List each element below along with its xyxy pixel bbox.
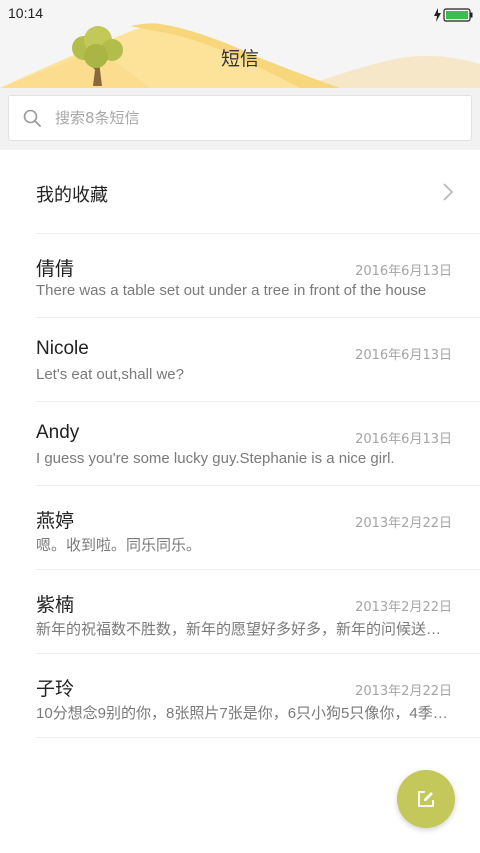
contact-name: 子玲 — [36, 679, 75, 700]
chevron-right-icon — [443, 183, 454, 201]
favorites-label: 我的收藏 — [36, 185, 108, 206]
conversation-item[interactable]: Andy 2016年6月13日 I guess you're some luck… — [36, 402, 480, 486]
contact-name: 紫楠 — [36, 595, 75, 616]
message-date: 2016年6月13日 — [355, 264, 452, 279]
search-box[interactable] — [8, 95, 472, 141]
message-date: 2013年2月22日 — [355, 600, 452, 615]
compose-icon — [418, 791, 434, 807]
header: 10:14 短信 — [0, 0, 480, 88]
page-title: 短信 — [220, 48, 259, 70]
contact-name: 倩倩 — [36, 259, 75, 280]
message-preview: I guess you're some lucky guy.Stephanie … — [36, 450, 395, 467]
conversation-item[interactable]: 燕婷 2013年2月22日 嗯。收到啦。同乐同乐。 — [36, 486, 480, 570]
conversation-item[interactable]: 倩倩 2016年6月13日 There was a table set out … — [36, 234, 480, 318]
message-preview: 新年的祝福数不胜数，新年的愿望好多好多，新年的问候送给你 — [36, 621, 454, 638]
battery-indicator — [434, 7, 474, 22]
search-icon — [23, 109, 41, 127]
message-date: 2016年6月13日 — [355, 348, 452, 363]
message-preview: 嗯。收到啦。同乐同乐。 — [36, 537, 202, 554]
message-date: 2016年6月13日 — [355, 432, 452, 447]
contact-name: Andy — [36, 422, 80, 443]
conversation-item[interactable]: 子玲 2013年2月22日 10分想念9别的你，8张照片7张是你，6只小狗5只像… — [36, 654, 480, 738]
message-date: 2013年2月22日 — [355, 516, 452, 531]
message-preview: There was a table set out under a tree i… — [36, 282, 427, 299]
status-time: 10:14 — [8, 5, 44, 21]
search-area — [0, 88, 480, 150]
favorites-row[interactable]: 我的收藏 — [36, 150, 480, 234]
conversation-item[interactable]: 紫楠 2013年2月22日 新年的祝福数不胜数，新年的愿望好多好多，新年的问候送… — [36, 570, 480, 654]
message-preview: 10分想念9别的你，8张照片7张是你，6只小狗5只像你，4季想你 — [36, 705, 454, 722]
contact-name: Nicole — [36, 338, 89, 359]
lightning-icon — [434, 8, 441, 22]
contact-name: 燕婷 — [36, 511, 75, 532]
conversation-item[interactable]: Nicole 2016年6月13日 Let's eat out,shall we… — [36, 318, 480, 402]
conversation-list: 我的收藏 倩倩 2016年6月13日 There was a table set… — [0, 150, 480, 738]
message-preview: Let's eat out,shall we? — [36, 366, 184, 383]
status-bar: 10:14 — [0, 0, 480, 28]
compose-button[interactable] — [397, 770, 455, 828]
search-input[interactable] — [55, 96, 455, 140]
message-date: 2013年2月22日 — [355, 684, 452, 699]
